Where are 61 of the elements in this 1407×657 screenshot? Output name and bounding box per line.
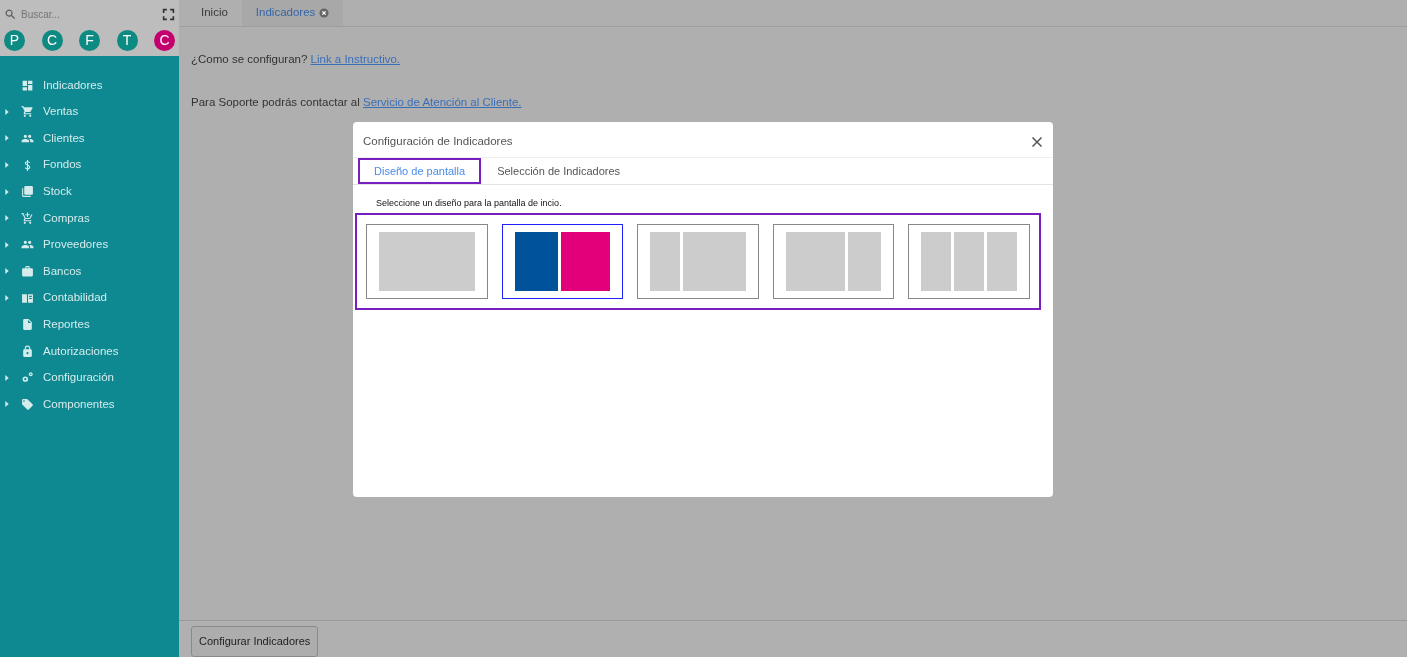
caret-icon [3, 161, 11, 170]
sidebar-menu-item[interactable]: Clientes [0, 125, 179, 152]
caret-icon [3, 400, 11, 409]
cart-icon [21, 211, 34, 225]
gears-icon [21, 371, 34, 385]
help-link[interactable]: Servicio de Atención al Cliente. [362, 96, 522, 109]
cart-icon [21, 105, 34, 119]
avatar-initial[interactable]: P [4, 30, 25, 51]
caret-icon [3, 214, 11, 223]
caret-icon [3, 107, 11, 116]
briefcase-icon [21, 264, 34, 278]
close-button[interactable] [1031, 135, 1043, 148]
sidebar-menu-item[interactable]: Proveedores [0, 231, 179, 259]
sidebar-menu-item[interactable]: Compras [0, 204, 179, 232]
sidebar-menu-item[interactable]: Stock [0, 178, 179, 205]
layout-option[interactable] [772, 223, 895, 299]
sidebar-menu-item[interactable]: Indicadores [0, 72, 179, 99]
people-icon [21, 132, 34, 145]
sidebar-menu-item[interactable]: Configuración [0, 364, 179, 392]
caret-icon [3, 187, 11, 196]
caret-icon [3, 294, 11, 303]
sidebar-menu-item[interactable]: Reportes [0, 311, 179, 338]
avatar-initial[interactable]: T [116, 30, 138, 51]
caret-icon [3, 240, 11, 249]
caret-icon [3, 373, 11, 382]
fullscreen-icon[interactable] [162, 7, 175, 21]
dashboard-icon [21, 78, 34, 92]
close-icon [319, 8, 330, 18]
layout-option[interactable] [908, 223, 1030, 299]
sidebar-menu-item[interactable]: Ventas [0, 98, 179, 126]
modal-title: Configuración de Indicadores [363, 133, 513, 149]
book-icon [21, 291, 34, 305]
help-link[interactable]: Link a Instructivo. [310, 53, 401, 65]
instruction-text: Seleccione un diseño para la pantalla de incio. [376, 197, 563, 210]
avatar-initial[interactable]: C [41, 30, 63, 51]
layout-option[interactable] [366, 223, 488, 299]
sidebar-menu-item[interactable]: Bancos [0, 258, 179, 285]
tab[interactable]: Diseño de pantalla [358, 158, 482, 184]
sidebar-menu-item[interactable]: Componentes [0, 391, 179, 418]
caret-icon [3, 134, 11, 143]
layout-option[interactable] [501, 223, 624, 299]
tab[interactable]: Selección de Indicadores [481, 158, 637, 184]
help-text: ¿Como se configuran? [191, 53, 309, 65]
search-field[interactable]: Buscar... [21, 6, 131, 22]
document-icon [21, 318, 34, 332]
configure-button[interactable]: Configurar Indicadores [191, 626, 319, 657]
tab[interactable]: Inicio [187, 0, 242, 26]
search-icon [4, 7, 17, 21]
sidebar-menu-item[interactable]: Fondos [0, 151, 179, 179]
sidebar-menu-item[interactable]: Contabilidad [0, 284, 179, 312]
close-icon [1031, 135, 1043, 148]
lock-icon [21, 344, 34, 358]
caret-icon [3, 267, 11, 276]
help-text: Para Soporte podrás contactar al [191, 96, 361, 109]
avatar-initial[interactable]: C [154, 30, 175, 51]
tag-icon [21, 397, 34, 411]
sidebar-menu-item[interactable]: Autorizaciones [0, 337, 179, 365]
avatar-initial[interactable]: F [79, 30, 100, 51]
layout-option[interactable] [637, 223, 759, 299]
stack-icon [21, 185, 34, 199]
tab[interactable]: Indicadores [241, 0, 344, 26]
